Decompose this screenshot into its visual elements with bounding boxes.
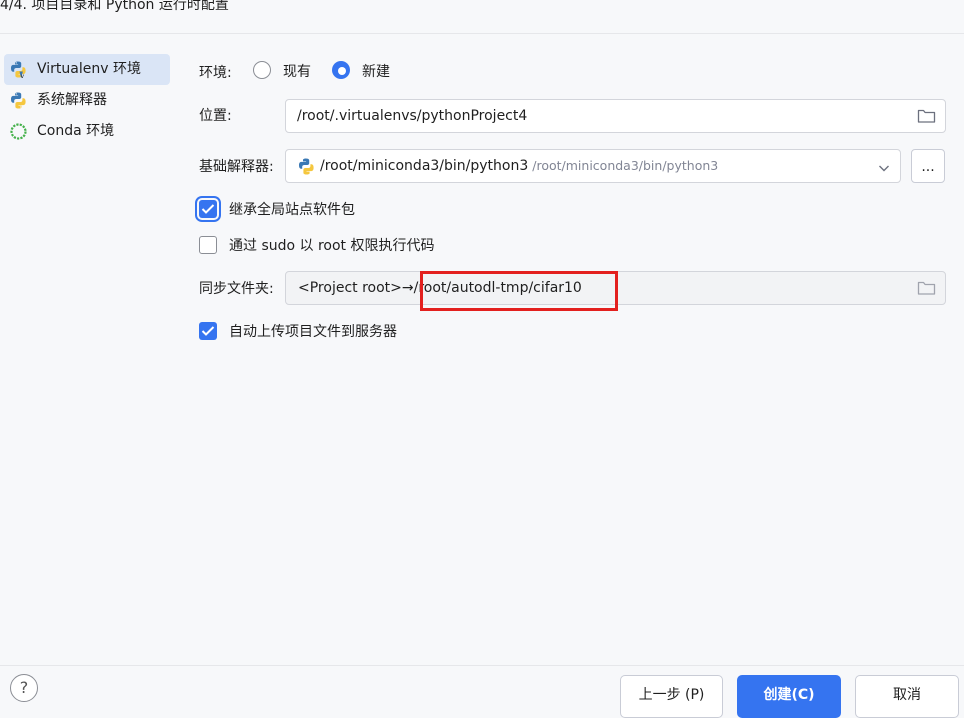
python-virtualenv-icon: v [9, 60, 28, 80]
conda-icon [9, 122, 28, 141]
cancel-button[interactable]: 取消 [855, 675, 959, 718]
python-icon [9, 91, 28, 110]
sidebar-item-virtualenv[interactable]: v Virtualenv 环境 [4, 54, 170, 85]
sidebar: v Virtualenv 环境 系统解释器 Conda 环境 [4, 54, 170, 147]
title-divider [0, 33, 964, 34]
base-interpreter-select[interactable]: /root/miniconda3/bin/python3/root/minico… [285, 149, 901, 183]
radio-existing-circle[interactable] [253, 61, 271, 79]
sync-folder-label: 同步文件夹: [199, 281, 274, 297]
location-field[interactable]: /root/.virtualenvs/pythonProject4 [285, 99, 946, 133]
radio-existing-label: 现有 [283, 64, 311, 80]
env-label: 环境: [199, 65, 232, 81]
sidebar-item-label: Conda 环境 [37, 123, 115, 139]
sudo-label: 通过 sudo 以 root 权限执行代码 [229, 238, 435, 254]
base-interpreter-path: /root/miniconda3/bin/python3 [320, 158, 529, 174]
svg-text:v: v [21, 73, 25, 79]
sidebar-item-conda[interactable]: Conda 环境 [4, 116, 170, 147]
footer-divider [0, 665, 964, 666]
sidebar-item-label: 系统解释器 [37, 92, 107, 108]
checkbox-box[interactable] [199, 322, 217, 340]
browse-interpreter-button[interactable]: ... [911, 149, 945, 183]
sidebar-item-label: Virtualenv 环境 [37, 61, 141, 77]
auto-upload-label: 自动上传项目文件到服务器 [229, 324, 397, 340]
help-icon[interactable]: ? [10, 674, 38, 702]
radio-new-circle[interactable] [332, 61, 350, 79]
base-interpreter-value: /root/miniconda3/bin/python3/root/minico… [320, 150, 718, 182]
base-interpreter-label: 基础解释器: [199, 159, 274, 175]
create-button[interactable]: 创建(C) [737, 675, 841, 718]
radio-new-label: 新建 [362, 64, 390, 80]
base-interpreter-hint: /root/miniconda3/bin/python3 [532, 158, 719, 173]
highlight-annotation [420, 271, 618, 311]
sidebar-item-system-interpreter[interactable]: 系统解释器 [4, 85, 170, 116]
inherit-packages-label: 继承全局站点软件包 [229, 202, 355, 218]
folder-icon[interactable] [917, 108, 936, 124]
python-icon [297, 157, 316, 176]
chevron-down-icon[interactable] [878, 161, 890, 172]
location-label: 位置: [199, 108, 232, 124]
folder-icon[interactable] [917, 280, 936, 296]
checkbox-box[interactable] [199, 200, 217, 218]
checkbox-box[interactable] [199, 236, 217, 254]
location-value: /root/.virtualenvs/pythonProject4 [297, 108, 528, 124]
dialog-title: 4/4. 项目目录和 Python 运行时配置 [0, 0, 229, 13]
previous-button[interactable]: 上一步 (P) [620, 675, 723, 718]
